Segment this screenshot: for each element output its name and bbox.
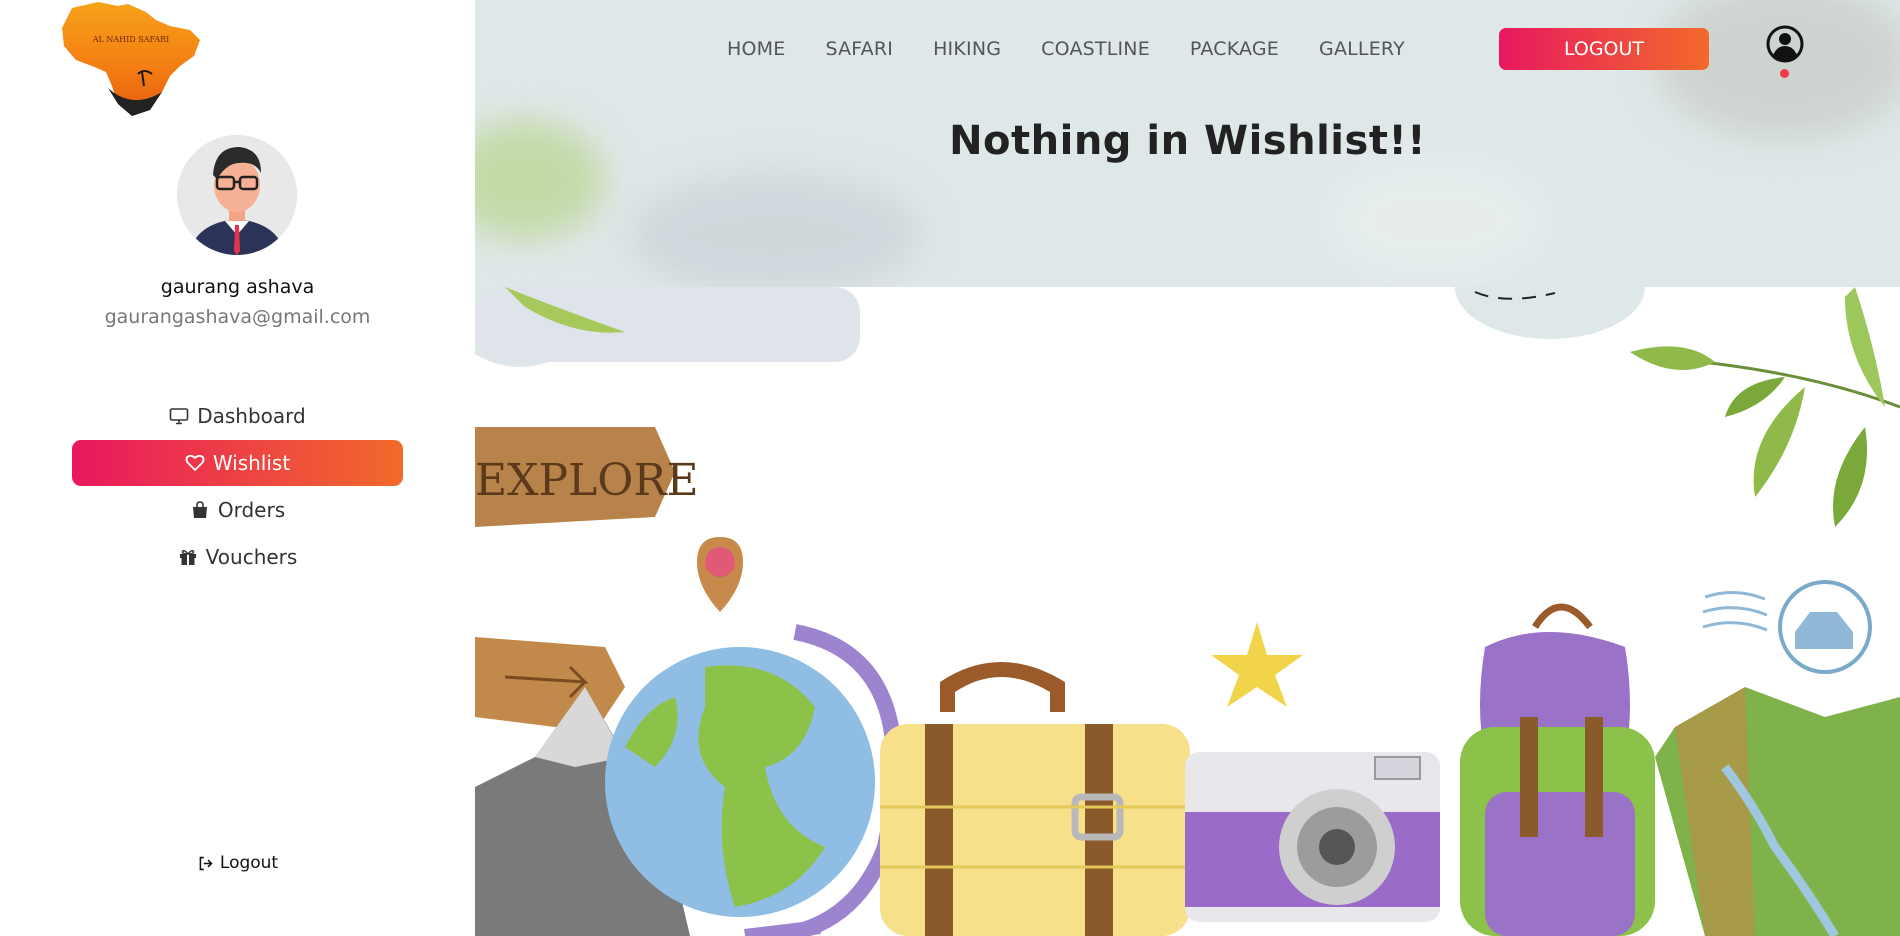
sidebar-item-label: Wishlist <box>212 451 291 475</box>
nav-link-package[interactable]: PACKAGE <box>1190 38 1279 60</box>
nav-link-safari[interactable]: SAFARI <box>825 38 893 60</box>
nav-link-hiking[interactable]: HIKING <box>933 38 1001 60</box>
gift-icon <box>179 549 196 565</box>
sidebar-item-orders[interactable]: Orders <box>72 487 403 533</box>
sidebar-item-label: Vouchers <box>205 545 298 569</box>
explore-sign-text: EXPLORE <box>475 455 699 506</box>
shopping-bag-icon <box>192 501 207 518</box>
sidebar: AL NAHID SAFARI gaurang ashava gaurangas… <box>0 0 475 936</box>
logo-text: AL NAHID SAFARI <box>92 35 170 44</box>
page-title: Nothing in Wishlist!! <box>949 118 1426 164</box>
profile-email: gaurangashava@gmail.com <box>104 306 371 328</box>
brand-logo[interactable]: AL NAHID SAFARI <box>58 0 202 118</box>
logout-button[interactable]: LOGOUT <box>1499 28 1709 70</box>
heart-icon <box>185 454 205 471</box>
main-content: HOME SAFARI HIKING COASTLINE PACKAGE GAL… <box>475 0 1900 936</box>
sidebar-item-dashboard[interactable]: Dashboard <box>72 393 403 439</box>
avatar <box>177 135 297 255</box>
sidebar-item-vouchers[interactable]: Vouchers <box>72 534 403 580</box>
nav-link-home[interactable]: HOME <box>727 38 785 60</box>
sidebar-logout-link[interactable]: Logout <box>0 853 475 873</box>
travel-illustration: EXPLORE <box>475 287 1900 936</box>
top-navigation: HOME SAFARI HIKING COASTLINE PACKAGE GAL… <box>727 38 1405 60</box>
nav-link-coastline[interactable]: COASTLINE <box>1041 38 1150 60</box>
monitor-icon <box>169 408 189 425</box>
profile-name: gaurang ashava <box>160 276 315 298</box>
hero-banner: HOME SAFARI HIKING COASTLINE PACKAGE GAL… <box>475 0 1900 287</box>
sidebar-item-label: Dashboard <box>197 404 306 428</box>
nav-link-gallery[interactable]: GALLERY <box>1319 38 1405 60</box>
sidebar-logout-label: Logout <box>219 853 279 873</box>
sidebar-item-label: Orders <box>217 498 286 522</box>
notification-dot <box>1780 69 1789 78</box>
sidebar-item-wishlist[interactable]: Wishlist <box>72 440 403 486</box>
sign-out-icon <box>199 856 213 870</box>
user-account-icon[interactable] <box>1765 24 1805 64</box>
